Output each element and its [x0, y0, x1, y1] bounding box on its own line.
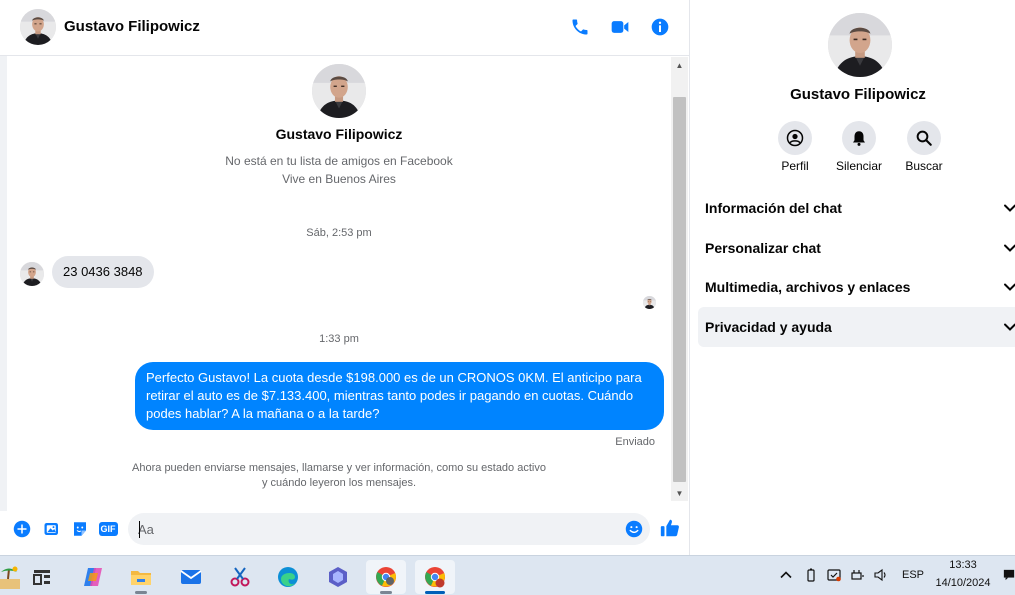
- active-window-indicator: [425, 591, 445, 594]
- gif-icon[interactable]: GIF: [97, 519, 119, 539]
- scrollbar[interactable]: ▲ ▼: [671, 57, 688, 501]
- profile-button[interactable]: Perfil: [765, 121, 825, 173]
- section-label: Multimedia, archivos y enlaces: [705, 279, 911, 295]
- notice-line: y cuándo leyeron los mensajes.: [261, 477, 417, 489]
- window-edge: [0, 56, 7, 511]
- message-input[interactable]: [128, 513, 650, 545]
- scroll-up-arrow[interactable]: ▲: [671, 57, 688, 73]
- chrome-profile-icon[interactable]: [415, 560, 455, 594]
- phone-icon[interactable]: [568, 15, 592, 39]
- profile-icon: [778, 121, 812, 155]
- chevron-down-icon: [1004, 204, 1015, 212]
- sender-avatar[interactable]: [20, 262, 44, 286]
- file-explorer-icon[interactable]: [121, 560, 161, 594]
- teams-icon[interactable]: [318, 560, 358, 594]
- search-button[interactable]: Buscar: [894, 121, 954, 173]
- copilot-icon[interactable]: [73, 560, 113, 594]
- timestamp-separator: 1:33 pm: [319, 333, 359, 345]
- outgoing-message[interactable]: Perfecto Gustavo! La cuota desde $198.00…: [135, 362, 664, 430]
- gif-label: GIF: [98, 522, 118, 536]
- chat-panel: Gustavo Filipowicz Gustavo Filipowicz No…: [0, 0, 690, 555]
- snipping-tool-icon[interactable]: [220, 560, 260, 594]
- sticker-icon[interactable]: [70, 519, 90, 539]
- video-icon[interactable]: [608, 15, 632, 39]
- message-list: Gustavo Filipowicz No está en tu lista d…: [7, 57, 671, 501]
- section-label: Personalizar chat: [705, 240, 821, 256]
- section-privacy-support[interactable]: Privacidad y ayuda: [698, 307, 1015, 347]
- location: Vive en Buenos Aires: [282, 172, 396, 186]
- chevron-down-icon: [1004, 283, 1015, 291]
- conversation-info-panel: Gustavo Filipowicz Perfil Silenciar Busc…: [691, 0, 1015, 555]
- message-composer: GIF: [0, 511, 690, 555]
- chat-header: Gustavo Filipowicz: [0, 0, 690, 56]
- widgets-icon[interactable]: [22, 560, 62, 594]
- image-icon[interactable]: [42, 519, 62, 539]
- edge-icon[interactable]: [268, 560, 308, 594]
- clock-date[interactable]: 14/10/2024: [930, 577, 996, 589]
- plus-icon[interactable]: [12, 519, 32, 539]
- text-caret: [139, 521, 140, 538]
- security-icon[interactable]: [826, 567, 842, 583]
- language-indicator[interactable]: ESP: [902, 569, 924, 581]
- incoming-message[interactable]: 23 0436 3848: [52, 256, 154, 288]
- avatar[interactable]: [828, 13, 892, 77]
- section-label: Privacidad y ayuda: [705, 319, 832, 335]
- emoji-icon[interactable]: [624, 519, 644, 539]
- volume-icon[interactable]: [873, 567, 889, 583]
- friend-status: No está en tu lista de amigos en Faceboo…: [225, 154, 453, 168]
- chevron-down-icon: [1004, 323, 1015, 331]
- timestamp-separator: Sáb, 2:53 pm: [306, 227, 372, 239]
- clock-time[interactable]: 13:33: [930, 559, 996, 571]
- chevron-down-icon: [1004, 244, 1015, 252]
- scroll-down-arrow[interactable]: ▼: [671, 485, 688, 501]
- info-contact-name: Gustavo Filipowicz: [790, 86, 926, 103]
- notice-line: Ahora pueden enviarse mensajes, llamarse…: [132, 462, 546, 474]
- running-indicator: [380, 591, 392, 594]
- mail-icon[interactable]: [171, 560, 211, 594]
- notification-icon[interactable]: [1003, 567, 1015, 583]
- intro-contact-name: Gustavo Filipowicz: [275, 126, 403, 142]
- chevron-up-icon[interactable]: [778, 567, 794, 583]
- section-customize-chat[interactable]: Personalizar chat: [698, 228, 1015, 268]
- like-icon[interactable]: [659, 517, 681, 539]
- section-chat-info[interactable]: Información del chat: [698, 188, 1015, 228]
- avatar[interactable]: [20, 9, 56, 45]
- chrome-icon[interactable]: [366, 560, 406, 594]
- sent-status: Enviado: [615, 436, 655, 448]
- section-media-files-links[interactable]: Multimedia, archivos y enlaces: [698, 267, 1015, 307]
- search-icon: [907, 121, 941, 155]
- scroll-thumb[interactable]: [673, 97, 686, 482]
- section-label: Información del chat: [705, 200, 842, 216]
- network-icon[interactable]: [850, 567, 866, 583]
- read-receipt-avatar: [643, 296, 656, 309]
- mute-label: Silenciar: [835, 159, 883, 173]
- mute-button[interactable]: Silenciar: [829, 121, 889, 173]
- avatar[interactable]: [312, 64, 366, 118]
- bell-icon: [842, 121, 876, 155]
- battery-icon[interactable]: [803, 567, 819, 583]
- running-indicator: [135, 591, 147, 594]
- info-icon[interactable]: [648, 15, 672, 39]
- taskbar: ESP 13:33 14/10/2024: [0, 555, 1015, 595]
- search-label: Buscar: [905, 159, 943, 173]
- contact-name[interactable]: Gustavo Filipowicz: [64, 18, 200, 35]
- privacy-notice: Ahora pueden enviarse mensajes, llamarse…: [127, 461, 551, 491]
- profile-label: Perfil: [781, 159, 809, 173]
